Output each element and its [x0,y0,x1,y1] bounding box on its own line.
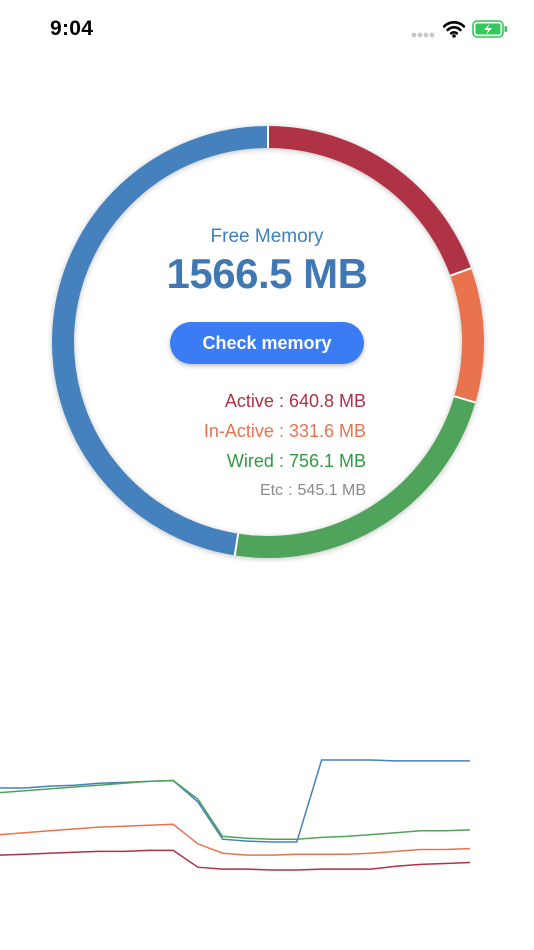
stat-separator: : [278,421,284,441]
stat-label-inactive: In-Active [203,421,274,441]
stat-value-etc: 545.1 MB [297,482,366,499]
stat-label-wired: Wired [226,451,274,471]
stat-value-active: 640.8 MB [288,391,366,411]
stat-row-etc: Etc : 545.1 MB [140,476,366,506]
stat-value-inactive: 331.6 MB [288,421,366,441]
history-series-1 [0,779,471,840]
stat-label-etc: Etc [259,482,284,499]
stat-row-active: Active : 640.8 MB [140,386,366,416]
free-memory-label: Free Memory [210,226,324,247]
history-series-3 [0,849,471,871]
stat-value-wired: 756.1 MB [288,451,366,471]
stat-label-active: Active [224,391,274,411]
stat-row-wired: Wired : 756.1 MB [140,446,366,476]
status-bar: 9:04 [0,0,534,60]
stat-separator: : [278,451,284,471]
status-time: 9:04 [50,17,94,40]
free-memory-value: 1566.5 MB [166,250,368,297]
wifi-icon [443,21,465,38]
stat-separator: : [278,391,284,411]
stat-separator: : [288,482,293,499]
signal-dots-icon [411,32,435,38]
stat-row-inactive: In-Active : 331.6 MB [140,416,366,446]
check-memory-button[interactable]: Check memory [170,322,364,364]
memory-history-chart [0,759,471,871]
memory-stats: Active : 640.8 MB In-Active : 331.6 MB W… [140,386,366,506]
battery-charging-icon [472,20,507,38]
